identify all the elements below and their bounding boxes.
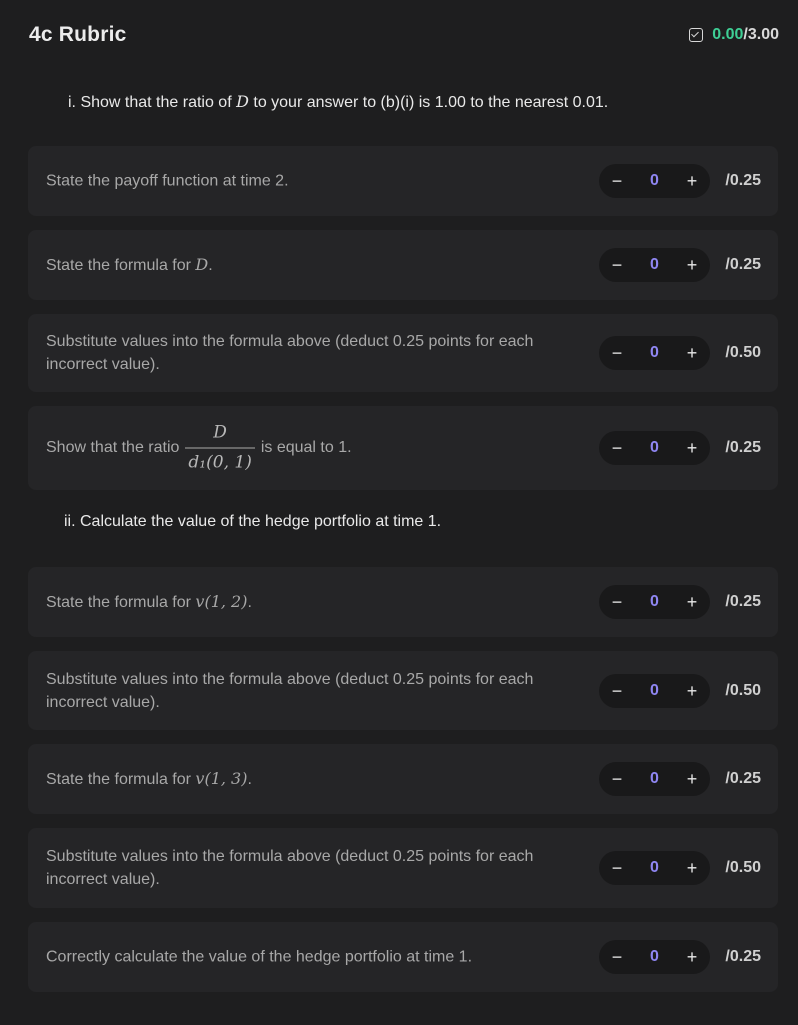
score-stepper: − 0 + xyxy=(599,762,710,796)
rubric-item-label: State the payoff function at time 2. xyxy=(46,172,289,190)
score-value[interactable]: 0 xyxy=(635,585,674,619)
rubric-item-label: Substitute values into the formula above… xyxy=(46,333,534,373)
label-text: . xyxy=(247,771,252,788)
rubric-item: State the formula for D. − 0 + /0.25 xyxy=(28,230,778,300)
decrement-button[interactable]: − xyxy=(602,851,632,885)
rubric-item: Show that the ratio Dd₁(0, 1) is equal to … xyxy=(28,406,778,490)
score-value[interactable]: 0 xyxy=(635,762,674,796)
label-text: State the formula for xyxy=(46,771,196,788)
total-score: 0.00/3.00 xyxy=(689,26,779,44)
ratio-fraction: Dd₁(0, 1) xyxy=(185,422,255,475)
math-variable: D xyxy=(195,255,209,274)
decrement-button[interactable]: − xyxy=(602,940,632,974)
max-points: /0.25 xyxy=(725,948,761,965)
max-points: /0.50 xyxy=(725,344,761,361)
increment-button[interactable]: + xyxy=(677,585,707,619)
rubric-item-label: Substitute values into the formula above… xyxy=(46,670,534,711)
decrement-button[interactable]: − xyxy=(602,336,632,370)
section-heading-text: to your answer to (b)(i) is 1.00 to the … xyxy=(248,94,609,111)
rubric-item-label: State the formula for v(1, 3). xyxy=(46,767,573,791)
rubric-item-label: Correctly calculate the value of the hed… xyxy=(46,948,473,966)
label-text: State the formula for xyxy=(46,257,196,274)
score-value[interactable]: 0 xyxy=(635,248,674,282)
increment-button[interactable]: + xyxy=(677,431,707,465)
section-heading-i: i. Show that the ratio of D to your answ… xyxy=(68,92,608,112)
score-stepper: − 0 + xyxy=(599,585,710,619)
rubric-item-label: Show that the ratio Dd₁(0, 1) is equal to … xyxy=(46,422,573,475)
increment-button[interactable]: + xyxy=(677,762,707,796)
math-variable: D xyxy=(236,92,249,111)
score-value[interactable]: 0 xyxy=(635,940,674,974)
rubric-header: 4c Rubric 0.00/3.00 xyxy=(0,0,798,72)
score-stepper: − 0 + xyxy=(599,673,710,708)
score-total: 3.00 xyxy=(747,26,779,43)
section-heading-ii: ii. Calculate the value of the hedge por… xyxy=(64,513,442,530)
label-text: is equal to 1. xyxy=(260,439,352,457)
max-points: /0.25 xyxy=(725,439,761,456)
score-stepper: − 0 + xyxy=(599,431,710,465)
decrement-button[interactable]: − xyxy=(602,762,632,796)
increment-button[interactable]: + xyxy=(677,851,707,885)
label-text: . xyxy=(247,594,252,611)
max-points: /0.25 xyxy=(725,256,761,273)
page-title: 4c Rubric xyxy=(29,23,127,46)
score-earned: 0.00 xyxy=(712,26,744,43)
increment-button[interactable]: + xyxy=(677,940,707,974)
max-points: /0.50 xyxy=(725,859,761,876)
rubric-item: State the formula for v(1, 2). − 0 + /0.… xyxy=(28,567,778,637)
increment-button[interactable]: + xyxy=(677,336,707,370)
rubric-item: State the payoff function at time 2. − 0… xyxy=(28,146,778,216)
math-variable: v(1, 3) xyxy=(195,769,248,788)
decrement-button[interactable]: − xyxy=(602,164,632,198)
score-value[interactable]: 0 xyxy=(635,851,674,885)
score-value[interactable]: 0 xyxy=(635,674,674,708)
increment-button[interactable]: + xyxy=(677,164,707,198)
rubric-item: Substitute values into the formula above… xyxy=(28,828,778,908)
rubric-item: Correctly calculate the value of the hed… xyxy=(28,922,778,992)
label-text: State the formula for xyxy=(46,594,196,611)
fraction-denominator: d₁(0, 1) xyxy=(188,452,252,473)
max-points: /0.25 xyxy=(725,172,761,189)
rubric-item-label: State the formula for D. xyxy=(46,253,573,277)
score-value[interactable]: 0 xyxy=(635,336,674,370)
increment-button[interactable]: + xyxy=(677,248,707,282)
rubric-item-label: Substitute values into the formula above… xyxy=(46,848,534,888)
max-points: /0.50 xyxy=(725,681,761,699)
label-text: Show that the ratio xyxy=(46,439,180,457)
checkbox-check-icon xyxy=(689,28,704,42)
score-stepper: − 0 + xyxy=(599,851,710,885)
decrement-button[interactable]: − xyxy=(602,585,632,619)
max-points: /0.25 xyxy=(725,593,761,610)
rubric-item: State the formula for v(1, 3). − 0 + /0.… xyxy=(28,744,778,814)
fraction-numerator: D xyxy=(185,422,255,449)
rubric-item: Substitute values into the formula above… xyxy=(28,314,778,392)
score-stepper: − 0 + xyxy=(599,336,710,370)
decrement-button[interactable]: − xyxy=(602,248,632,282)
decrement-button[interactable]: − xyxy=(602,431,632,465)
score-stepper: − 0 + xyxy=(599,248,710,282)
max-points: /0.25 xyxy=(725,770,761,787)
rubric-item-label: State the formula for v(1, 2). xyxy=(46,590,573,614)
score-stepper: − 0 + xyxy=(599,164,710,198)
score-value[interactable]: 0 xyxy=(635,164,674,198)
label-text: . xyxy=(208,257,213,274)
section-heading-text: i. Show that the ratio of xyxy=(68,94,237,111)
decrement-button[interactable]: − xyxy=(602,674,632,708)
score-value[interactable]: 0 xyxy=(635,431,674,465)
rubric-item: Substitute values into the formula above… xyxy=(28,651,778,730)
math-variable: v(1, 2) xyxy=(195,592,248,611)
increment-button[interactable]: + xyxy=(677,674,707,708)
score-stepper: − 0 + xyxy=(599,940,710,974)
